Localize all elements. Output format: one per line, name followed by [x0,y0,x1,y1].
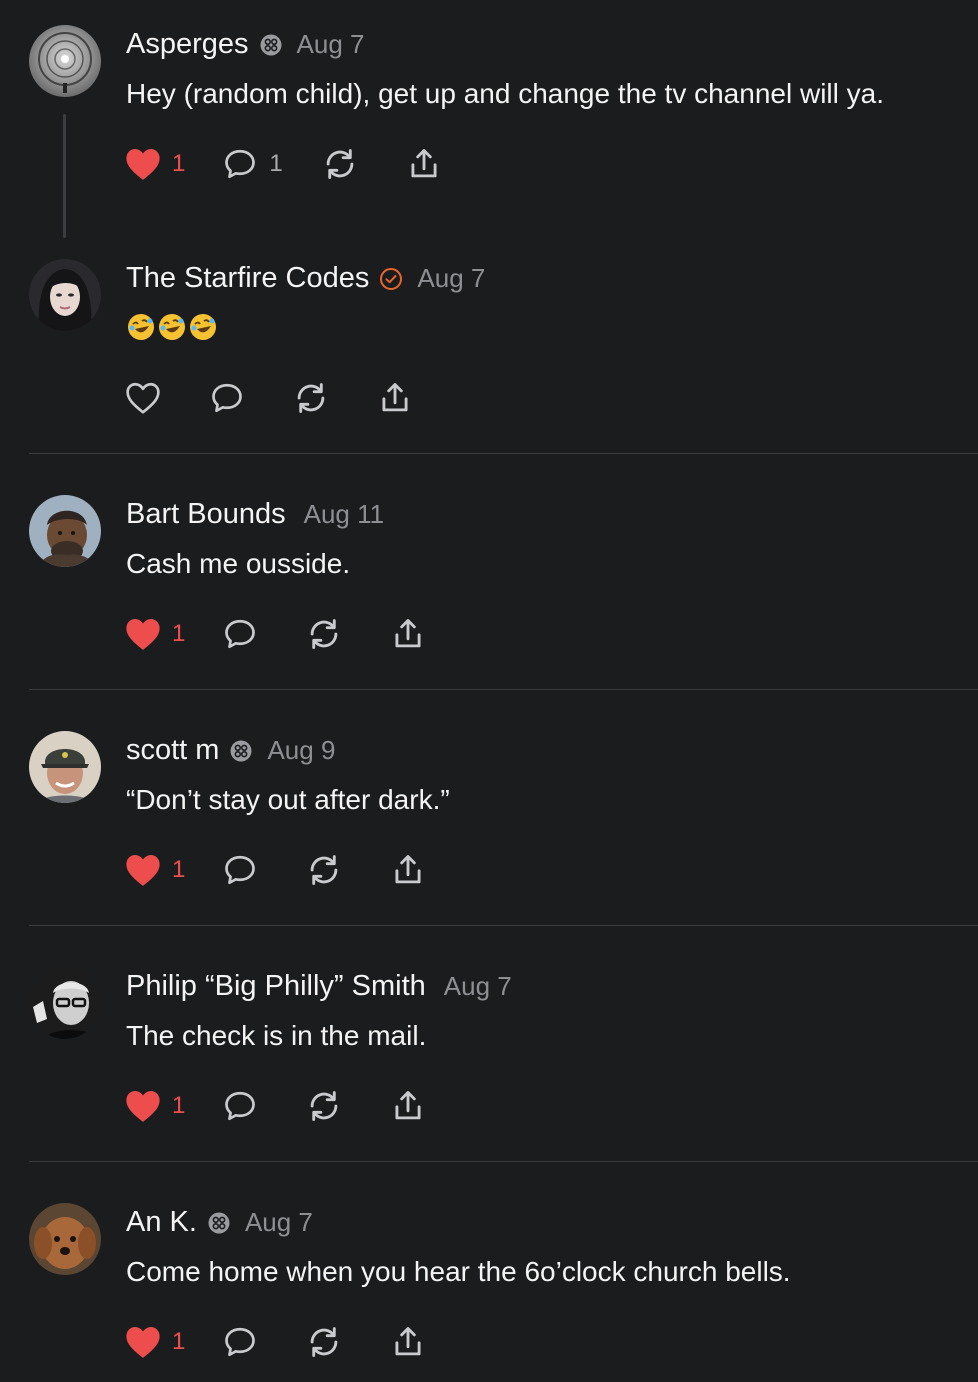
like-count: 1 [172,150,186,177]
avatar-image [29,25,101,97]
restack-button[interactable] [305,851,343,889]
restack-icon [311,619,338,649]
heart-filled-icon [126,618,160,650]
comment-text: The check is in the mail. [126,1020,427,1051]
avatar[interactable] [29,1203,101,1275]
like-button[interactable]: 1 [124,852,185,888]
restack-icon [311,1091,338,1121]
comment-text: 🤣🤣🤣 [126,312,218,349]
share-icon [395,1327,421,1356]
comment-icon [212,383,242,413]
like-count: 1 [172,1328,186,1355]
comment-date[interactable]: Aug 9 [267,735,335,766]
restack-icon [326,149,354,179]
restack-button[interactable] [292,379,330,417]
like-count: 1 [172,1092,186,1119]
avatar[interactable] [29,967,101,1039]
laughing-emoji-icon [126,312,218,342]
comment-date[interactable]: Aug 7 [444,971,512,1002]
commenter-name[interactable]: Philip “Big Philly” Smith [126,970,426,1003]
like-count: 1 [172,620,186,647]
heart-filled-icon [126,1090,160,1122]
heart-filled-icon [126,1326,160,1358]
comment-date[interactable]: Aug 7 [417,263,485,294]
comment-divider [29,689,978,690]
comment-text: “Don’t stay out after dark.” [126,784,450,815]
comment-text: Cash me ousside. [126,548,351,579]
avatar[interactable] [29,25,101,97]
avatar-image [29,1203,101,1275]
comment-icon [225,1091,256,1121]
comment-divider [29,453,978,454]
avatar-image [29,967,101,1039]
restack-button[interactable] [305,615,343,653]
commenter-name[interactable]: The Starfire Codes [126,262,369,295]
share-button[interactable] [376,379,414,417]
like-button[interactable] [124,380,162,416]
comment-icon [225,1327,256,1357]
subscriber-badge-icon [207,1211,231,1235]
share-button[interactable] [405,145,443,183]
restack-button[interactable] [305,1323,343,1361]
restack-icon [311,1327,338,1357]
avatar[interactable] [29,259,101,331]
share-icon [395,1091,421,1120]
reply-button[interactable] [221,616,259,652]
reply-button[interactable] [221,1088,259,1124]
comment-icon [225,149,256,179]
heart-filled-icon [126,148,160,180]
heart-outline-icon [126,382,160,414]
restack-button[interactable] [321,145,359,183]
avatar[interactable] [29,731,101,803]
verified-check-icon [379,267,403,291]
like-button[interactable]: 1 [124,146,185,182]
subscriber-badge-icon [259,33,283,57]
like-button[interactable]: 1 [124,1324,185,1360]
avatar-image [29,731,101,803]
avatar-image [29,259,101,331]
share-button[interactable] [389,1087,427,1125]
commenter-name[interactable]: Asperges [126,28,249,61]
share-icon [395,855,421,884]
like-button[interactable]: 1 [124,1088,185,1124]
comment-date[interactable]: Aug 7 [297,29,365,60]
restack-button[interactable] [305,1087,343,1125]
share-icon [395,619,421,648]
reply-button[interactable] [221,1324,259,1360]
share-icon [382,383,408,412]
comment-text: Come home when you hear the 6o’clock chu… [126,1256,791,1287]
thread-connector-line [63,114,66,238]
reply-button[interactable] [208,380,246,416]
restack-icon [297,383,325,413]
commenter-name[interactable]: scott m [126,734,219,767]
commenter-name[interactable]: An K. [126,1206,197,1239]
like-count: 1 [172,856,186,883]
share-button[interactable] [389,1323,427,1361]
comment-divider [29,1161,978,1162]
subscriber-badge-icon [229,739,253,763]
commenter-name[interactable]: Bart Bounds [126,498,286,531]
reply-count: 1 [269,150,283,177]
comment-icon [225,619,256,649]
share-button[interactable] [389,851,427,889]
share-icon [411,149,437,178]
reply-button[interactable] [221,852,259,888]
comment-date[interactable]: Aug 7 [245,1207,313,1238]
comment-icon [225,855,256,885]
comment-divider [29,925,978,926]
comment-text: Hey (random child), get up and change th… [126,78,884,109]
restack-icon [311,855,338,885]
avatar[interactable] [29,495,101,567]
like-button[interactable]: 1 [124,616,185,652]
avatar-image [29,495,101,567]
comment-date[interactable]: Aug 11 [304,499,384,530]
heart-filled-icon [126,854,160,886]
share-button[interactable] [389,615,427,653]
reply-button[interactable]: 1 [221,146,283,182]
